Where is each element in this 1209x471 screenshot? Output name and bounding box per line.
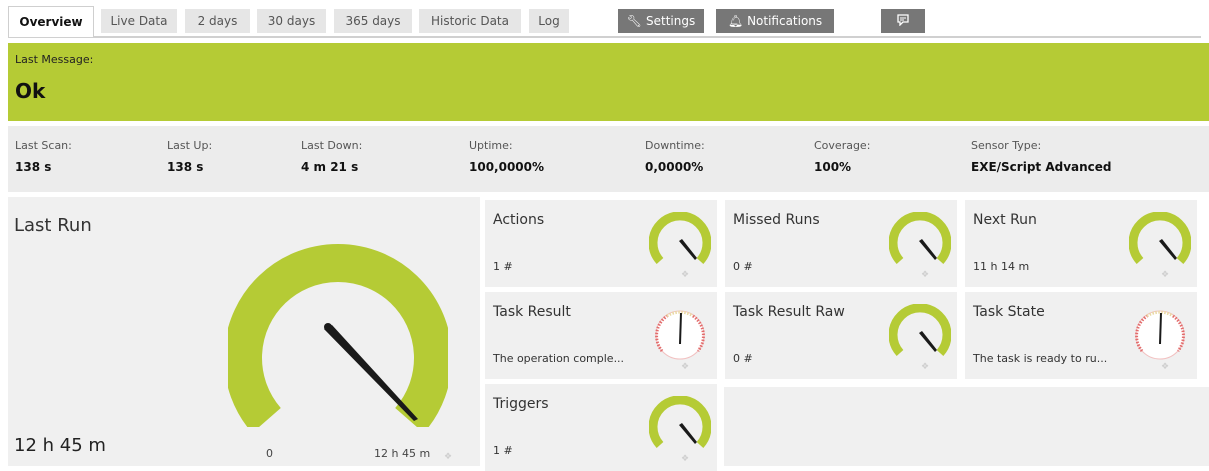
gauge-title: Last Run — [14, 215, 92, 236]
stat-value: 100% — [814, 160, 852, 174]
stat-last-up: Last Up: 138 s — [167, 139, 212, 174]
pin-icon[interactable]: ❖ — [681, 454, 689, 464]
channel-card[interactable]: Task State The task is ready to ru... ❖ — [965, 292, 1197, 379]
channel-value: 1 # — [493, 260, 513, 273]
channel-card[interactable]: Task Result Raw 0 # ❖ — [725, 292, 957, 379]
tab-label: Overview — [19, 15, 83, 29]
tab-overview[interactable]: Overview — [8, 6, 94, 37]
pin-icon[interactable]: ❖ — [681, 270, 689, 280]
stat-value: 0,0000% — [645, 160, 704, 174]
stat-value: 100,0000% — [469, 160, 545, 174]
empty-panel-area — [724, 387, 1209, 466]
pin-icon[interactable]: ❖ — [1161, 362, 1169, 372]
sensor-stats: Last Scan: 138 s Last Up: 138 s Last Down:… — [8, 126, 1209, 192]
channel-title: Task Result — [493, 304, 571, 320]
channel-card[interactable]: Triggers 1 # ❖ — [485, 384, 717, 471]
tab-label: 2 days — [197, 14, 238, 28]
gauge-max-label: 12 h 45 m — [374, 447, 431, 460]
tab-settings[interactable]: 🔧︎ Settings — [618, 9, 704, 33]
channel-card[interactable]: Missed Runs 0 # ❖ — [725, 200, 957, 287]
tab-notifications[interactable]: 🔔︎ Notifications — [716, 9, 834, 33]
tab-label: Historic Data — [431, 14, 509, 28]
channel-title: Triggers — [493, 396, 549, 412]
tab-live-data[interactable]: Live Data — [101, 9, 177, 33]
tab-2-days[interactable]: 2 days — [185, 9, 250, 33]
tab-bar: Overview Live Data 2 days 30 days 365 da… — [0, 0, 1209, 38]
lookup-gauge — [1135, 310, 1185, 360]
stat-last-scan: Last Scan: 138 s — [15, 139, 72, 174]
channel-value: The task is ready to ru... — [973, 352, 1108, 365]
channel-card[interactable]: Actions 1 # ❖ — [485, 200, 717, 287]
bell-icon: 🔔︎ — [727, 14, 744, 28]
last-message-label: Last Message: — [15, 53, 94, 66]
channel-value: 0 # — [733, 352, 753, 365]
pin-icon[interactable]: ❖ — [681, 362, 689, 372]
last-run-gauge-panel[interactable]: Last Run 12 h 45 m 0 12 h 45 m ❖ — [8, 197, 480, 466]
last-message-banner: Last Message: Ok — [8, 43, 1209, 121]
tab-historic-data[interactable]: Historic Data — [419, 9, 521, 33]
stat-downtime: Downtime: 0,0000% — [645, 139, 705, 174]
tab-30-days[interactable]: 30 days — [257, 9, 326, 33]
stat-label: Sensor Type: — [971, 139, 1042, 152]
tab-label: Log — [538, 14, 560, 28]
pin-icon[interactable]: ❖ — [1161, 270, 1169, 280]
channel-value: 1 # — [493, 444, 513, 457]
comment-icon — [897, 14, 909, 28]
stat-label: Coverage: — [814, 139, 871, 152]
channel-title: Missed Runs — [733, 212, 820, 228]
mini-gauge — [1129, 212, 1191, 265]
stat-value: 4 m 21 s — [301, 160, 359, 174]
tab-label: 30 days — [267, 14, 316, 28]
tab-label: Live Data — [110, 14, 168, 28]
tab-comments[interactable] — [881, 9, 925, 33]
tab-365-days[interactable]: 365 days — [334, 9, 412, 33]
tab-label: Settings — [646, 14, 696, 28]
tab-label: Notifications — [747, 14, 823, 28]
pin-icon[interactable]: ❖ — [444, 452, 452, 462]
mini-gauge — [649, 396, 711, 449]
wrench-icon: 🔧︎ — [626, 14, 642, 28]
stat-label: Last Up: — [167, 139, 213, 152]
channel-title: Next Run — [973, 212, 1037, 228]
stat-value: 138 s — [15, 160, 52, 174]
mini-gauge — [889, 304, 951, 357]
stat-sensor-type: Sensor Type: EXE/Script Advanced — [971, 139, 1112, 174]
channel-value: 0 # — [733, 260, 753, 273]
stat-label: Downtime: — [645, 139, 705, 152]
tab-log[interactable]: Log — [529, 9, 569, 33]
mini-gauge — [889, 212, 951, 265]
pin-icon[interactable]: ❖ — [921, 270, 929, 280]
stat-value: 138 s — [167, 160, 204, 174]
gauge-value: 12 h 45 m — [14, 435, 106, 456]
channel-title: Task State — [973, 304, 1045, 320]
tab-label: 365 days — [345, 14, 401, 28]
gauge-needle — [324, 323, 418, 421]
last-run-gauge — [228, 243, 448, 427]
stat-label: Uptime: — [469, 139, 513, 152]
stat-label: Last Scan: — [15, 139, 72, 152]
channel-card[interactable]: Task Result The operation comple... ❖ — [485, 292, 717, 379]
channel-title: Actions — [493, 212, 545, 228]
pin-icon[interactable]: ❖ — [921, 362, 929, 372]
channel-title: Task Result Raw — [733, 304, 845, 320]
mini-gauge — [649, 212, 711, 265]
gauge-min-label: 0 — [266, 447, 273, 460]
stat-last-down: Last Down: 4 m 21 s — [301, 139, 362, 174]
stat-value: EXE/Script Advanced — [971, 160, 1112, 174]
stat-coverage: Coverage: 100% — [814, 139, 870, 174]
channel-card[interactable]: Next Run 11 h 14 m ❖ — [965, 200, 1197, 287]
channel-value: The operation comple... — [493, 352, 625, 365]
lookup-gauge — [655, 310, 705, 360]
channel-value: 11 h 14 m — [973, 260, 1030, 273]
stat-uptime: Uptime: 100,0000% — [469, 139, 544, 174]
tab-underline — [8, 36, 1201, 38]
stat-label: Last Down: — [301, 139, 363, 152]
last-message-value: Ok — [15, 79, 46, 103]
